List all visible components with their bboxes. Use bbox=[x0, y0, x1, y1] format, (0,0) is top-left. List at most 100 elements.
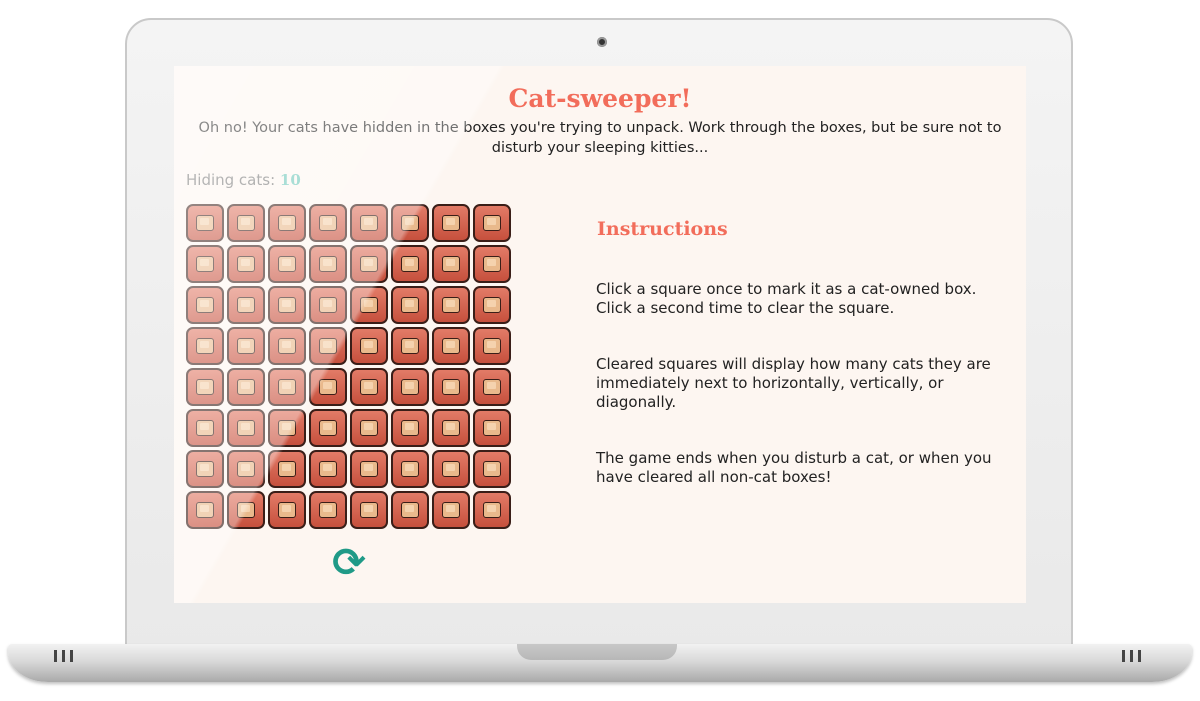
box-icon bbox=[442, 215, 460, 231]
page-title: Cat-sweeper! bbox=[508, 84, 692, 113]
board-cell[interactable] bbox=[473, 409, 511, 447]
box-icon bbox=[360, 256, 378, 272]
board-cell[interactable] bbox=[268, 204, 306, 242]
board-cell[interactable] bbox=[432, 286, 470, 324]
box-icon bbox=[319, 297, 337, 313]
box-icon bbox=[401, 420, 419, 436]
board-cell[interactable] bbox=[227, 204, 265, 242]
board-cell[interactable] bbox=[186, 409, 224, 447]
board-cell[interactable] bbox=[391, 450, 429, 488]
board-cell[interactable] bbox=[309, 368, 347, 406]
board-cell[interactable] bbox=[268, 409, 306, 447]
board-cell[interactable] bbox=[473, 368, 511, 406]
box-icon bbox=[401, 215, 419, 231]
board-cell[interactable] bbox=[473, 491, 511, 529]
board-cell[interactable] bbox=[350, 327, 388, 365]
board-cell[interactable] bbox=[432, 450, 470, 488]
board-cell[interactable] bbox=[309, 491, 347, 529]
board-cell[interactable] bbox=[473, 327, 511, 365]
box-icon bbox=[278, 502, 296, 518]
board-cell[interactable] bbox=[268, 450, 306, 488]
box-icon bbox=[196, 215, 214, 231]
board-cell[interactable] bbox=[391, 368, 429, 406]
board-cell[interactable] bbox=[391, 327, 429, 365]
box-icon bbox=[278, 379, 296, 395]
board-cell[interactable] bbox=[268, 368, 306, 406]
board-cell[interactable] bbox=[350, 409, 388, 447]
board-cell[interactable] bbox=[186, 450, 224, 488]
board-cell[interactable] bbox=[391, 245, 429, 283]
board-cell[interactable] bbox=[227, 368, 265, 406]
board-cell[interactable] bbox=[268, 286, 306, 324]
board-cell[interactable] bbox=[186, 327, 224, 365]
board-cell[interactable] bbox=[227, 450, 265, 488]
board-cell[interactable] bbox=[186, 286, 224, 324]
box-icon bbox=[442, 461, 460, 477]
board-cell[interactable] bbox=[350, 204, 388, 242]
board-cell[interactable] bbox=[309, 450, 347, 488]
board-cell[interactable] bbox=[350, 491, 388, 529]
board-cell[interactable] bbox=[186, 491, 224, 529]
board-cell[interactable] bbox=[350, 245, 388, 283]
box-icon bbox=[319, 338, 337, 354]
board-cell[interactable] bbox=[186, 245, 224, 283]
box-icon bbox=[237, 461, 255, 477]
box-icon bbox=[319, 215, 337, 231]
board-cell[interactable] bbox=[309, 409, 347, 447]
box-icon bbox=[278, 461, 296, 477]
board-cell[interactable] bbox=[227, 327, 265, 365]
board-cell[interactable] bbox=[391, 409, 429, 447]
box-icon bbox=[483, 297, 501, 313]
box-icon bbox=[360, 379, 378, 395]
board-cell[interactable] bbox=[227, 286, 265, 324]
board-cell[interactable] bbox=[432, 204, 470, 242]
board-cell[interactable] bbox=[268, 245, 306, 283]
board-cell[interactable] bbox=[186, 368, 224, 406]
box-icon bbox=[196, 502, 214, 518]
board-cell[interactable] bbox=[473, 286, 511, 324]
board-cell[interactable] bbox=[350, 450, 388, 488]
box-icon bbox=[360, 297, 378, 313]
box-icon bbox=[237, 256, 255, 272]
box-icon bbox=[442, 338, 460, 354]
board-cell[interactable] bbox=[227, 409, 265, 447]
box-icon bbox=[401, 256, 419, 272]
board-cell[interactable] bbox=[350, 368, 388, 406]
box-icon bbox=[401, 379, 419, 395]
box-icon bbox=[278, 215, 296, 231]
box-icon bbox=[278, 256, 296, 272]
board-cell[interactable] bbox=[227, 245, 265, 283]
intro-text: Oh no! Your cats have hidden in the boxe… bbox=[198, 120, 1002, 156]
refresh-icon[interactable]: ⟳ bbox=[329, 543, 369, 583]
box-icon bbox=[319, 461, 337, 477]
game-screen: Cat-sweeper! Oh no! Your cats have hidde… bbox=[174, 66, 1026, 603]
board-cell[interactable] bbox=[391, 204, 429, 242]
board-cell[interactable] bbox=[391, 286, 429, 324]
box-icon bbox=[278, 420, 296, 436]
board-cell[interactable] bbox=[350, 286, 388, 324]
box-icon bbox=[237, 420, 255, 436]
board-cell[interactable] bbox=[432, 491, 470, 529]
board-cell[interactable] bbox=[309, 286, 347, 324]
box-icon bbox=[360, 461, 378, 477]
board-cell[interactable] bbox=[309, 204, 347, 242]
board-cell[interactable] bbox=[268, 327, 306, 365]
board-cell[interactable] bbox=[432, 245, 470, 283]
board-cell[interactable] bbox=[309, 327, 347, 365]
board-cell[interactable] bbox=[432, 327, 470, 365]
board-cell[interactable] bbox=[473, 245, 511, 283]
board-cell[interactable] bbox=[432, 409, 470, 447]
counter-label: Hiding cats: bbox=[186, 171, 276, 189]
box-icon bbox=[319, 502, 337, 518]
box-icon bbox=[483, 502, 501, 518]
board-cell[interactable] bbox=[473, 450, 511, 488]
board-cell[interactable] bbox=[473, 204, 511, 242]
board-cell[interactable] bbox=[227, 491, 265, 529]
board-cell[interactable] bbox=[309, 245, 347, 283]
box-icon bbox=[237, 215, 255, 231]
board-cell[interactable] bbox=[432, 368, 470, 406]
box-icon bbox=[237, 502, 255, 518]
board-cell[interactable] bbox=[268, 491, 306, 529]
board-cell[interactable] bbox=[391, 491, 429, 529]
board-cell[interactable] bbox=[186, 204, 224, 242]
